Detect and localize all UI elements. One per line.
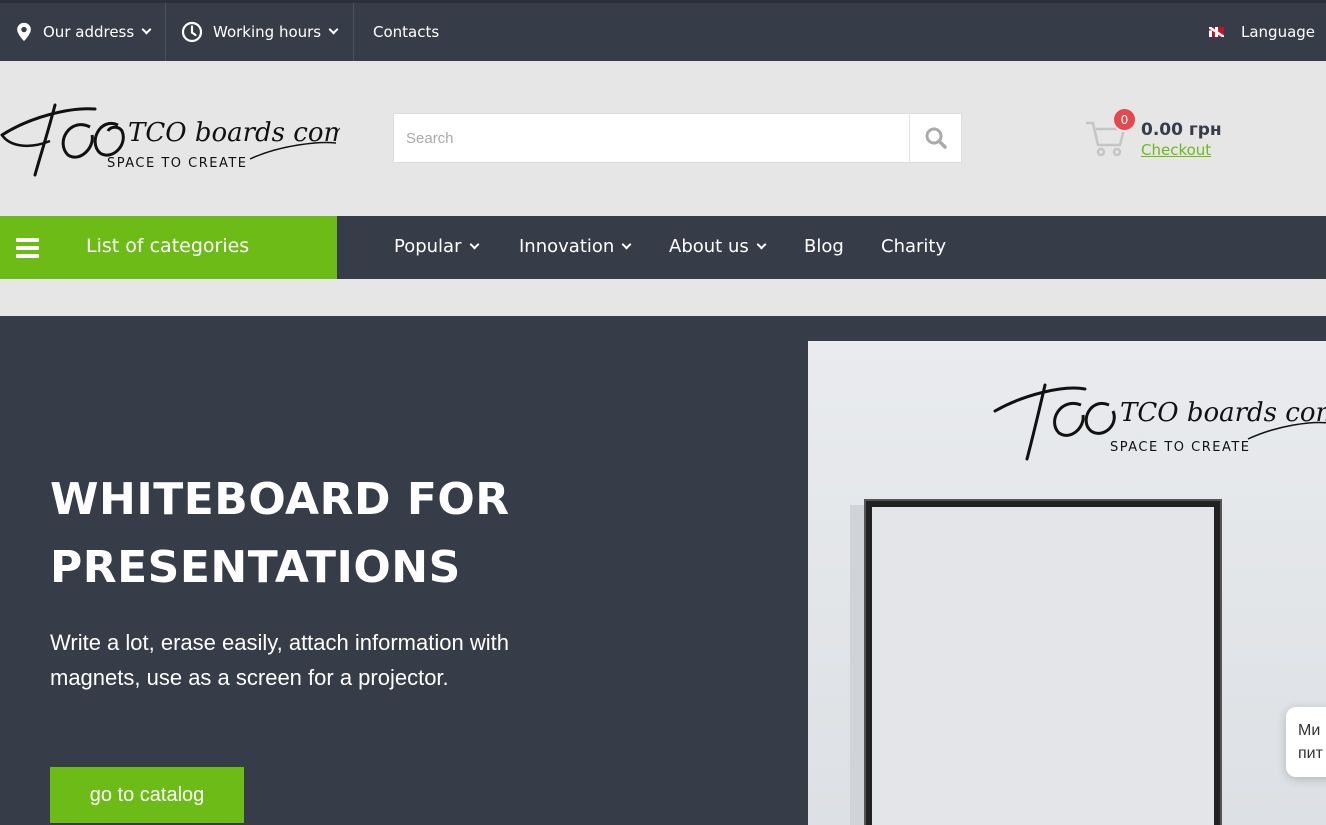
hero-title: WHITEBOARD FOR PRESENTATIONS (50, 466, 610, 602)
hero-title-line: WHITEBOARD FOR (50, 474, 510, 525)
cart-widget[interactable]: 0 0.00 грн Checkout (1084, 107, 1324, 165)
hero-title-line: PRESENTATIONS (50, 542, 461, 593)
search-icon (925, 127, 947, 149)
chevron-down-icon (469, 239, 479, 249)
map-pin-icon (17, 22, 31, 42)
chevron-down-icon (328, 24, 339, 35)
chat-text-line: пит (1298, 745, 1323, 762)
categories-label: List of categories (86, 235, 250, 257)
working-hours-dropdown[interactable]: Working hours (181, 3, 339, 61)
go-to-catalog-button[interactable]: go to catalog (50, 767, 244, 823)
language-dropdown[interactable]: Language (1209, 3, 1326, 61)
chevron-down-icon (756, 239, 767, 249)
categories-menu-button[interactable]: List of categories (0, 216, 337, 279)
hero-image: TCO boards company SPACE TO CREATE (808, 341, 1326, 825)
site-logo[interactable]: TCO boards company SPACE TO CREATE (0, 97, 340, 181)
hero-image-logo: TCO boards company SPACE TO CREATE (993, 383, 1326, 461)
cart-total: 0.00 грн (1141, 120, 1222, 140)
search-bar (393, 113, 962, 163)
main-nav: List of categories Popular Innovation Ab… (0, 216, 1326, 279)
language-label: Language (1241, 23, 1316, 41)
our-address-dropdown[interactable]: Our address (15, 3, 152, 61)
nav-item-about-us[interactable]: About us (669, 236, 767, 257)
nav-item-innovation[interactable]: Innovation (519, 236, 632, 257)
chevron-down-icon (141, 24, 152, 35)
nav-item-charity[interactable]: Charity (881, 236, 946, 257)
hero-description: Write a lot, erase easily, attach inform… (50, 630, 509, 690)
chevron-down-icon (621, 239, 632, 249)
cart-count-badge: 0 (1112, 107, 1137, 132)
logo-tagline: SPACE TO CREATE (107, 156, 248, 171)
nav-item-label: Blog (804, 236, 844, 257)
checkout-link[interactable]: Checkout (1141, 141, 1211, 159)
search-input[interactable] (394, 114, 909, 162)
nav-item-blog[interactable]: Blog (804, 236, 844, 257)
contacts-label: Contacts (373, 23, 440, 41)
divider (353, 3, 354, 61)
whiteboard-frame (864, 499, 1222, 825)
search-button[interactable] (909, 114, 961, 162)
contacts-link[interactable]: Contacts (373, 3, 439, 61)
hero-banner: WHITEBOARD FOR PRESENTATIONS Write a lot… (0, 316, 1326, 825)
site-header: TCO boards company SPACE TO CREATE 0 0.0… (0, 61, 1326, 216)
nav-item-popular[interactable]: Popular (394, 236, 479, 257)
top-bar: Our address Working hours Contacts Langu… (0, 0, 1326, 61)
hero-logo-wordmark: TCO boards company (1120, 398, 1326, 428)
hero-logo-tagline: SPACE TO CREATE (1110, 440, 1251, 455)
nav-item-label: Charity (881, 236, 947, 257)
hamburger-icon (16, 238, 39, 258)
our-address-label: Our address (43, 23, 135, 41)
nav-item-label: Innovation (519, 236, 615, 257)
nav-item-label: About us (669, 236, 749, 257)
working-hours-label: Working hours (213, 23, 322, 41)
nav-item-label: Popular (394, 236, 462, 257)
uk-flag-icon (1209, 27, 1224, 37)
divider (165, 3, 166, 61)
clock-icon (181, 21, 203, 43)
chat-widget[interactable]: Ми пит (1286, 707, 1326, 777)
chat-text-line: Ми (1298, 722, 1321, 739)
